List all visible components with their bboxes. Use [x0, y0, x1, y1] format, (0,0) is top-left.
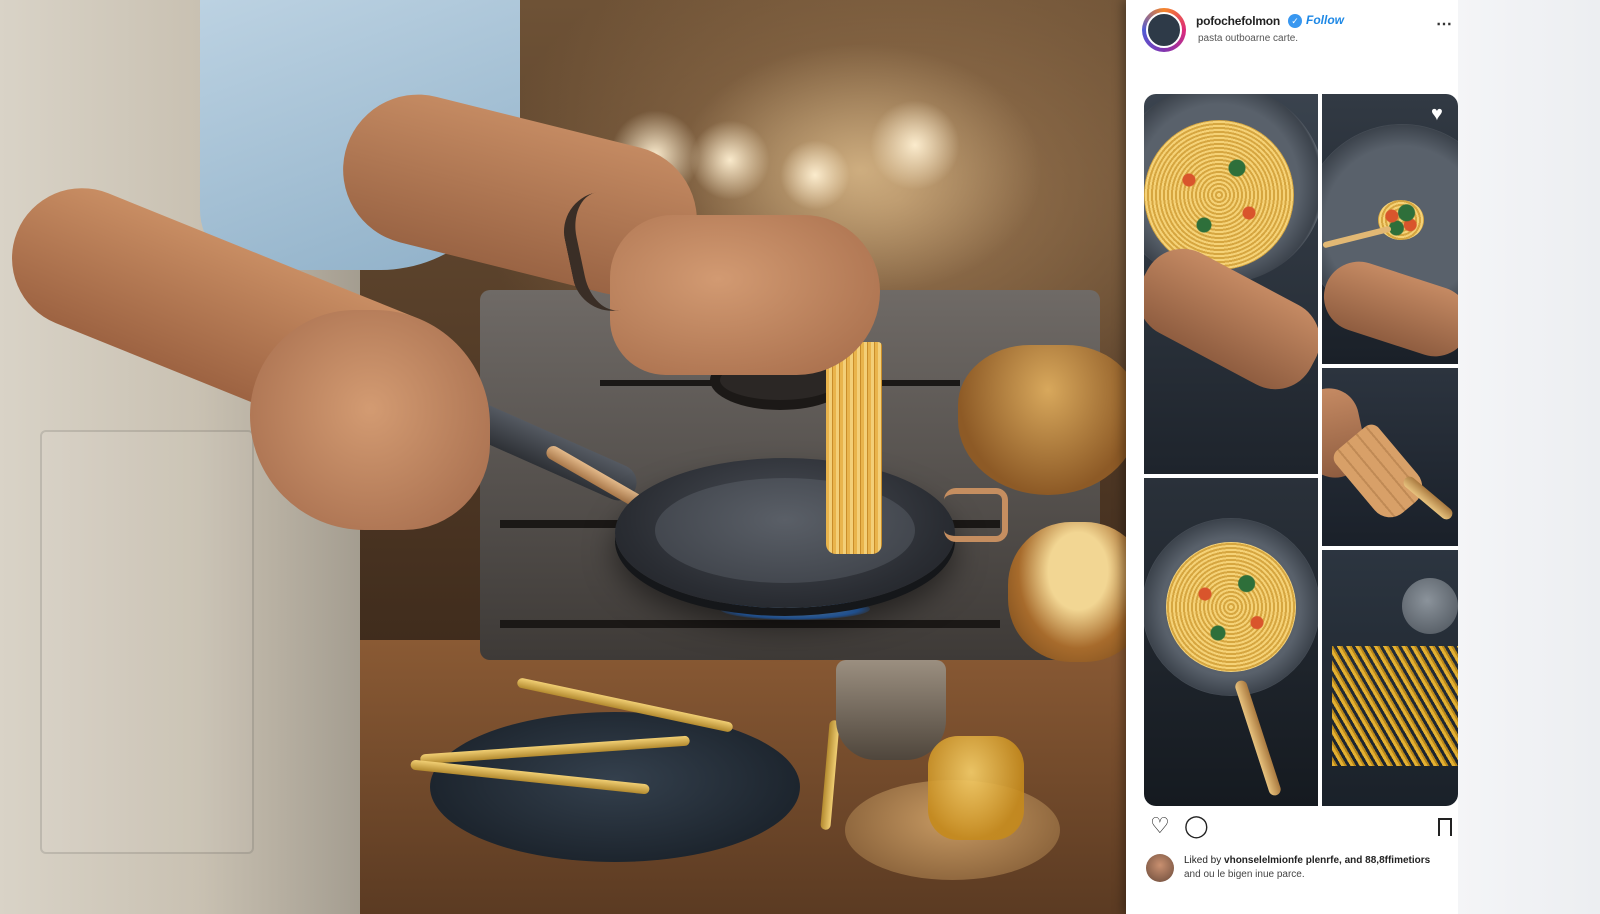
- pasta-nest: [1378, 200, 1424, 240]
- spaghetti-strands: [826, 342, 882, 554]
- avatar-image: [1146, 12, 1182, 48]
- liked-by-count[interactable]: 88,8ffimetiors: [1365, 855, 1430, 866]
- spaghetti-dish: [1144, 120, 1294, 270]
- comment-bubble-icon[interactable]: ◯: [1184, 812, 1209, 840]
- pan-handle-image: [1233, 679, 1283, 797]
- seasoning-dish: [1402, 578, 1458, 634]
- bokeh-light: [780, 140, 850, 210]
- follow-button[interactable]: Follow: [1306, 13, 1344, 27]
- apron-pocket: [40, 430, 254, 854]
- left-hand: [250, 310, 490, 530]
- liked-by-text[interactable]: Liked by vhonselelmionfe plenrfe, and 88…: [1184, 855, 1430, 866]
- like-heart-icon[interactable]: ♡: [1150, 812, 1170, 840]
- oil-jar: [928, 736, 1024, 840]
- username[interactable]: pofochefolmon: [1196, 14, 1280, 28]
- pan-helper-handle: [944, 488, 1008, 542]
- cooking-photo: [0, 0, 1148, 914]
- measuring-cup: [836, 660, 946, 760]
- more-options-icon[interactable]: ⋯: [1436, 14, 1453, 34]
- stove-grate: [500, 620, 1000, 628]
- liked-by-names[interactable]: vhonselelmionfe plenrfe, and: [1224, 855, 1362, 866]
- profile-avatar[interactable]: [1142, 8, 1186, 52]
- post-image-grid[interactable]: ♥: [1144, 94, 1458, 806]
- panel-background-edge: [1458, 0, 1600, 914]
- heart-overlay-icon[interactable]: ♥: [1431, 104, 1443, 124]
- liked-by-prefix: Liked by: [1184, 855, 1222, 866]
- raw-spaghetti: [1332, 646, 1458, 766]
- grid-tile-raw-spaghetti[interactable]: [1322, 550, 1458, 806]
- spaghetti-dish: [1166, 542, 1296, 672]
- liker-avatar[interactable]: [1146, 854, 1174, 882]
- liked-by-caption: and ou le bigen inue parce.: [1184, 869, 1305, 880]
- grid-tile-pasta-pan[interactable]: [1144, 94, 1318, 474]
- grid-tile-spatula[interactable]: [1322, 368, 1458, 546]
- post-location[interactable]: pasta outboarne carte.: [1198, 33, 1298, 44]
- bokeh-light: [870, 100, 960, 190]
- grid-tile-pasta-overhead[interactable]: [1144, 478, 1318, 806]
- grid-tile-fork-pan[interactable]: [1322, 94, 1458, 364]
- verified-badge-icon: ✓: [1288, 14, 1302, 28]
- bookmark-icon[interactable]: [1438, 818, 1452, 837]
- bowl-back: [958, 345, 1138, 495]
- bokeh-light: [690, 120, 770, 200]
